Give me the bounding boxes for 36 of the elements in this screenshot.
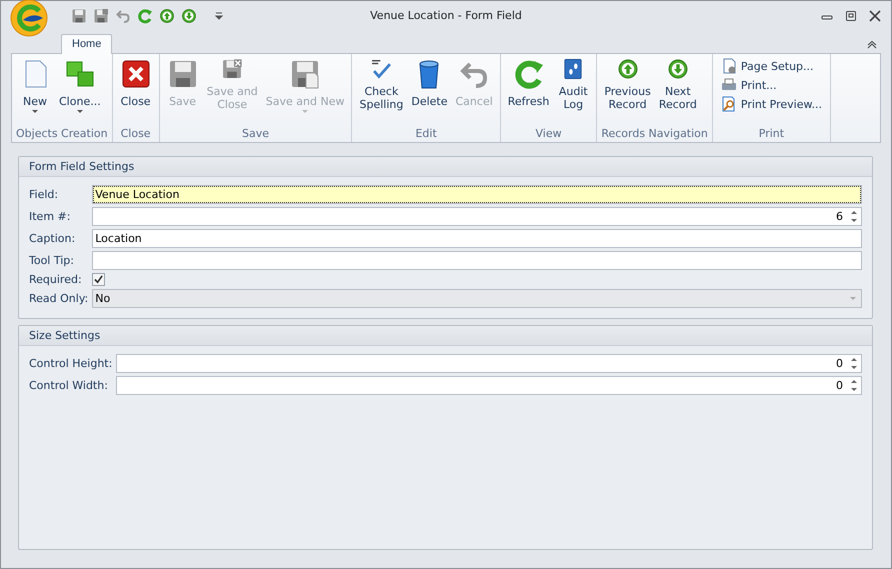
field-label: Item #: [29, 210, 72, 223]
group-label: Records Navigation [601, 127, 708, 142]
section-header: Form Field Settings [19, 157, 872, 177]
ribbon-button[interactable]: Print Preview... [720, 96, 822, 112]
ribbon-button[interactable]: Check Spelling [356, 58, 406, 124]
field-label: Field: [29, 188, 60, 201]
number-field[interactable]: 6 [92, 207, 862, 226]
ribbon-button[interactable]: Close [116, 58, 155, 124]
section-header: Size Settings [19, 326, 872, 346]
ribbon-button[interactable]: Delete [408, 58, 450, 124]
group-label: Close [120, 127, 152, 142]
ribbon-button[interactable]: New [16, 58, 54, 124]
number-field[interactable]: 0 [116, 354, 862, 373]
ribbon-button[interactable]: Audit Log [554, 58, 592, 124]
ribbon-button[interactable]: Previous Record [601, 58, 654, 124]
field-label: Control Height: [29, 357, 112, 370]
group-label: Edit [414, 127, 438, 142]
field-label: Caption: [29, 232, 76, 245]
text-field[interactable]: Location [92, 229, 862, 248]
ribbon-button[interactable]: Print... [720, 77, 822, 93]
ribbon-tab[interactable]: Home [61, 34, 112, 54]
window-title: Venue Location - Form Field [370, 9, 522, 22]
field-label: Tool Tip: [29, 254, 75, 267]
ribbon-button[interactable]: Next Record [656, 58, 700, 124]
number-field[interactable]: 0 [116, 376, 862, 395]
text-field[interactable]: Venue Location [92, 185, 862, 204]
group-label: Save [241, 127, 270, 142]
ribbon-button[interactable]: Refresh [504, 58, 552, 124]
group-label: Print [758, 127, 786, 142]
group-label: Objects Creation [16, 127, 108, 142]
field-label: Control Width: [29, 379, 109, 392]
group-label: View [534, 127, 563, 142]
field-label: Read Only: [29, 292, 88, 305]
field-label: Required: [29, 273, 83, 286]
ribbon-button[interactable]: Page Setup... [720, 58, 822, 74]
ribbon-button[interactable]: Clone... [56, 58, 104, 124]
